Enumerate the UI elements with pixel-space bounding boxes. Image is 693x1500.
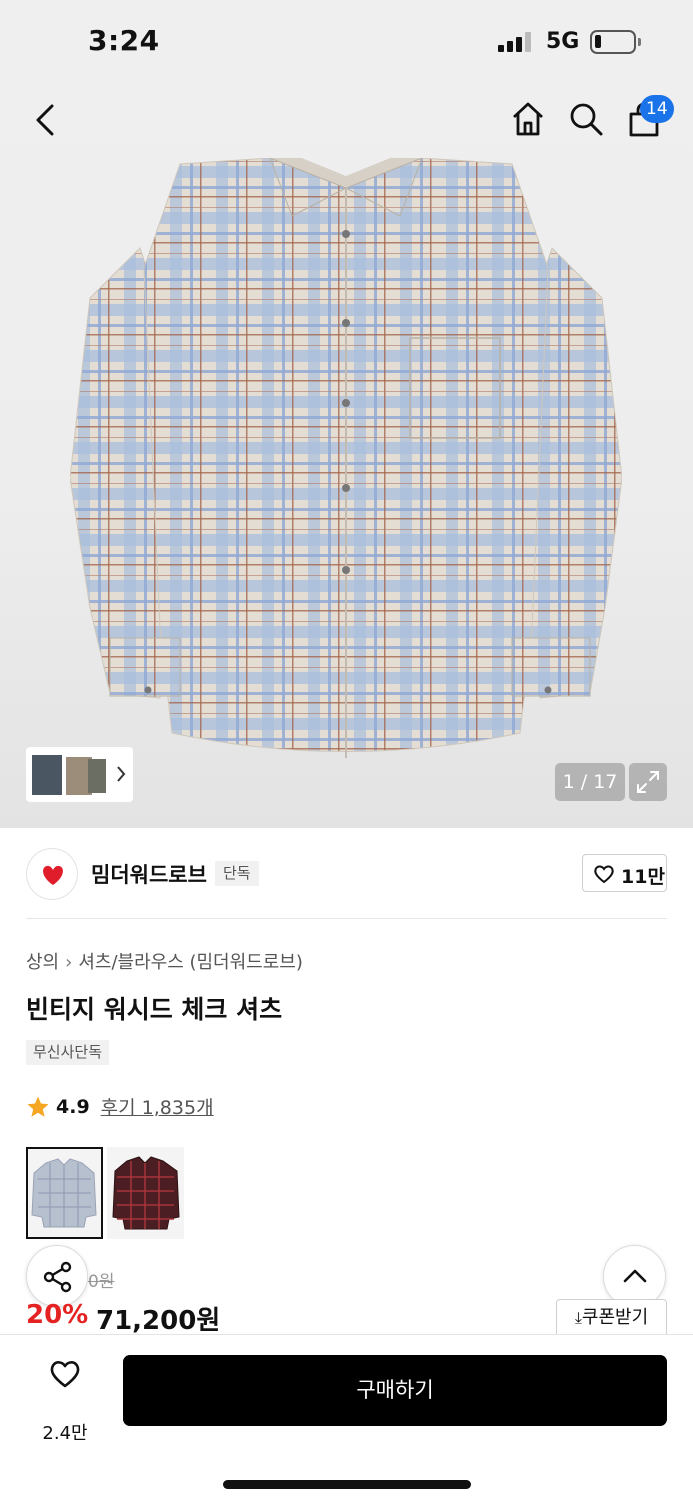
status-bar: 3:24 5G [0, 0, 693, 80]
chevron-up-icon [623, 1269, 647, 1283]
brand-row: 밈더워드로브 단독 11만 [0, 828, 693, 920]
thumbnail-image [32, 755, 126, 795]
back-icon [36, 104, 54, 136]
brand-exclusive-tag: 단독 [215, 861, 259, 886]
brand-like-count: 11만 [621, 866, 665, 888]
signal-icon [498, 32, 534, 52]
battery-icon [590, 30, 641, 54]
bottom-action-bar: 2.4만 구매하기 [0, 1334, 693, 1500]
search-icon [570, 103, 603, 136]
image-counter: 1 / 17 [555, 763, 625, 801]
expand-icon [637, 771, 659, 793]
reviews-link[interactable]: 후기 1,835개 [101, 1093, 214, 1120]
coupon-label: 쿠폰받기 [581, 1307, 649, 1328]
discount-rate: 20% [26, 1300, 89, 1330]
rating-score: 4.9 [56, 1095, 90, 1118]
product-title: 빈티지 워시드 체크 셔츠 [26, 995, 283, 1024]
original-price: 0원 [88, 1272, 115, 1292]
color-thumbnail-image [107, 1147, 184, 1239]
coupon-button[interactable]: ⤓쿠폰받기 [556, 1299, 667, 1337]
heart-outline-icon [50, 1361, 80, 1388]
download-icon: ⤓ [574, 1308, 582, 1327]
heart-logo-icon [43, 865, 63, 885]
divider [26, 918, 667, 919]
share-icon [43, 1261, 72, 1293]
product-image [70, 158, 622, 758]
star-icon [27, 1096, 49, 1117]
chevron-right-icon: › [65, 952, 73, 973]
brand-logo[interactable] [26, 848, 78, 900]
wish-button[interactable]: 2.4만 [30, 1359, 100, 1444]
wish-count: 2.4만 [42, 1423, 88, 1444]
status-time: 3:24 [88, 24, 160, 57]
network-label: 5G [546, 29, 580, 54]
heart-outline-icon [594, 865, 614, 884]
cart-count-badge: 14 [640, 95, 674, 123]
breadcrumb: 상의 › 셔츠/블라우스 (밈더워드로브) [26, 948, 303, 974]
brand-like-button[interactable]: 11만 [582, 854, 667, 892]
color-thumbnail-image [28, 1149, 101, 1237]
color-option-blue-check[interactable] [26, 1147, 103, 1239]
search-button[interactable] [564, 97, 608, 141]
expand-button[interactable] [629, 763, 667, 801]
sale-price: 71,200원 [96, 1306, 221, 1336]
back-button[interactable] [23, 98, 67, 142]
breadcrumb-subcategory[interactable]: 셔츠/블라우스 (밈더워드로브) [78, 952, 303, 973]
home-icon [513, 102, 543, 136]
share-button[interactable] [26, 1245, 88, 1307]
brand-name[interactable]: 밈더워드로브 [91, 859, 207, 889]
rating-row: 4.9 후기 1,835개 [26, 1093, 214, 1120]
home-button[interactable] [506, 97, 550, 141]
home-indicator [223, 1480, 471, 1489]
buy-button[interactable]: 구매하기 [123, 1355, 667, 1426]
color-option-red-check[interactable] [107, 1147, 184, 1239]
exclusive-badge: 무신사단독 [26, 1040, 110, 1065]
breadcrumb-category[interactable]: 상의 [26, 952, 59, 973]
product-gallery[interactable]: 1 / 17 [0, 80, 693, 828]
gallery-thumbnails[interactable] [26, 747, 133, 802]
